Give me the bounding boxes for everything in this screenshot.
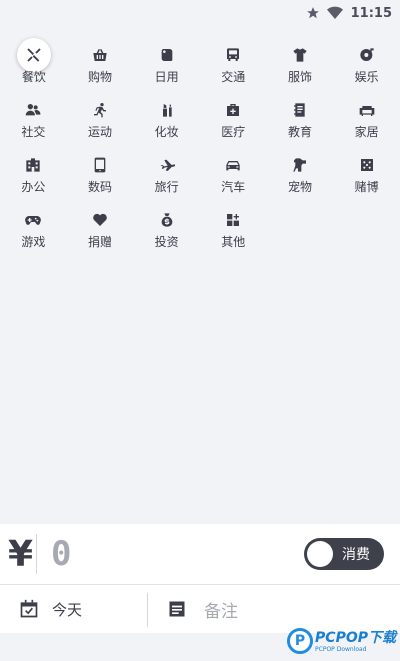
amount-bar: ¥ 0 消费 [0, 524, 400, 584]
category-label: 办公 [21, 180, 46, 194]
amount-divider [36, 534, 37, 574]
category-runner[interactable]: 运动 [67, 95, 134, 150]
category-label: 化妆 [154, 125, 179, 139]
note-placeholder: 备注 [204, 601, 238, 622]
watermark-main: PCPOP下载 [315, 629, 396, 646]
money-bag-icon [152, 205, 182, 235]
toilet-paper-icon [152, 40, 182, 70]
category-bus[interactable]: 交通 [200, 40, 267, 95]
category-heart[interactable]: 捐赠 [67, 205, 134, 260]
date-button[interactable]: 今天 [0, 585, 147, 633]
category-gamepad[interactable]: 游戏 [0, 205, 67, 260]
status-bar: 11:15 [0, 0, 400, 26]
pcpop-watermark: P PCPOP下载 PCPOP Download [287, 624, 396, 658]
category-label: 宠物 [287, 180, 312, 194]
category-label: 日用 [154, 70, 179, 84]
watermark-logo-icon: P [287, 628, 314, 654]
airplane-icon [152, 150, 182, 180]
category-basket[interactable]: 购物 [67, 40, 134, 95]
date-label: 今天 [52, 600, 83, 619]
basket-icon [85, 40, 115, 70]
amount-input[interactable]: 0 [51, 534, 71, 574]
watermark-text: PCPOP下载 PCPOP Download [315, 630, 396, 653]
grid-plus-icon [218, 205, 248, 235]
category-medical-kit[interactable]: 医疗 [200, 95, 267, 150]
category-label: 教育 [287, 125, 312, 139]
notebook-icon [285, 95, 315, 125]
tshirt-icon [285, 40, 315, 70]
category-grid: 餐饮 购物 日用 交通 服饰 娱乐社交 运动 化妆 医疗 教育 家居办公 数码 旅行 汽车 宠物 赌博游戏 捐赠… [0, 38, 400, 260]
category-label: 购物 [87, 70, 112, 84]
currency-symbol: ¥ [8, 533, 34, 575]
category-lipstick[interactable]: 化妆 [133, 95, 200, 150]
category-label: 服饰 [287, 70, 312, 84]
category-label: 家居 [354, 125, 379, 139]
bus-icon [218, 40, 248, 70]
category-label: 娱乐 [354, 70, 379, 84]
category-people[interactable]: 社交 [0, 95, 67, 150]
category-phone[interactable]: 数码 [67, 150, 134, 205]
category-tshirt[interactable]: 服饰 [267, 40, 334, 95]
toggle-label: 消费 [342, 547, 370, 563]
people-icon [18, 95, 48, 125]
category-label: 餐饮 [21, 70, 46, 84]
category-label: 交通 [221, 70, 246, 84]
category-dog[interactable]: 宠物 [267, 150, 334, 205]
category-dice[interactable]: 赌博 [333, 150, 400, 205]
fork-knife-icon [16, 38, 51, 72]
sofa-icon [352, 95, 382, 125]
category-label: 其他 [221, 235, 246, 249]
watermark-sub: PCPOP Download [315, 645, 367, 653]
toggle-knob [307, 541, 333, 567]
expense-income-toggle[interactable]: 消费 [304, 538, 384, 570]
category-grid-plus[interactable]: 其他 [200, 205, 267, 260]
category-label: 运动 [87, 125, 112, 139]
category-office-building[interactable]: 办公 [0, 150, 67, 205]
medical-kit-icon [218, 95, 248, 125]
car-icon [218, 150, 248, 180]
status-time: 11:15 [350, 5, 392, 21]
phone-icon [85, 150, 115, 180]
star-icon [305, 5, 321, 21]
category-label: 数码 [87, 180, 112, 194]
heart-icon [85, 205, 115, 235]
gamepad-icon [18, 205, 48, 235]
office-building-icon [18, 150, 48, 180]
category-money-bag[interactable]: 投资 [133, 205, 200, 260]
runner-icon [85, 95, 115, 125]
category-airplane[interactable]: 旅行 [133, 150, 200, 205]
category-notebook[interactable]: 教育 [267, 95, 334, 150]
category-music-disc[interactable]: 娱乐 [333, 40, 400, 95]
category-car[interactable]: 汽车 [200, 150, 267, 205]
lipstick-icon [152, 95, 182, 125]
category-label: 旅行 [154, 180, 179, 194]
category-label: 投资 [154, 235, 179, 249]
category-label: 汽车 [221, 180, 246, 194]
music-disc-icon [352, 40, 382, 70]
calendar-icon [18, 598, 40, 620]
dice-icon [352, 150, 382, 180]
category-label: 社交 [21, 125, 46, 139]
wifi-icon [326, 5, 343, 21]
category-label: 游戏 [21, 235, 46, 249]
category-label: 医疗 [221, 125, 246, 139]
category-toilet-paper[interactable]: 日用 [133, 40, 200, 95]
category-label: 捐赠 [87, 235, 112, 249]
dog-icon [285, 150, 315, 180]
category-sofa[interactable]: 家居 [333, 95, 400, 150]
category-label: 赌博 [354, 180, 379, 194]
note-icon [166, 598, 188, 620]
category-fork-knife[interactable]: 餐饮 [1, 38, 67, 95]
